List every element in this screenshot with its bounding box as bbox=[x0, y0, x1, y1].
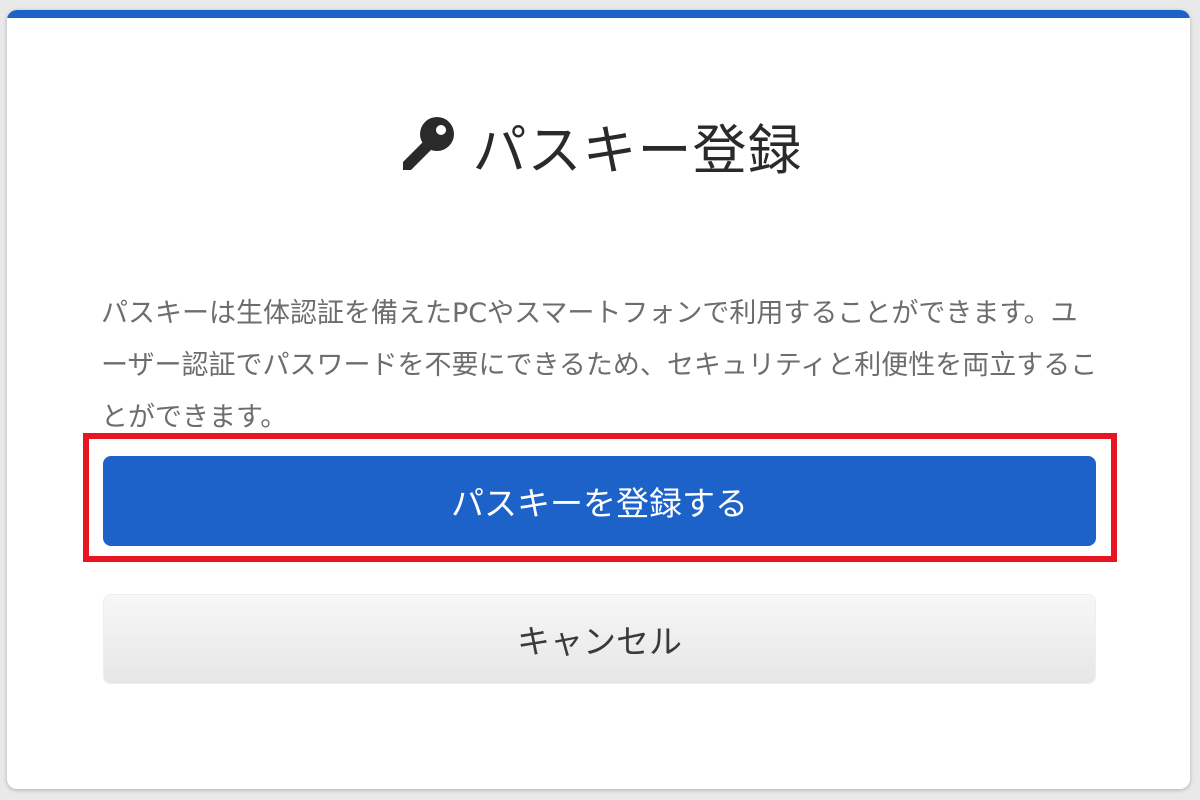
dialog-header: パスキー登録 bbox=[7, 105, 1190, 185]
register-passkey-button[interactable]: パスキーを登録する bbox=[103, 456, 1096, 546]
key-icon bbox=[395, 112, 461, 178]
dialog-description: パスキーは生体認証を備えたPCやスマートフォンで利用することができます。ユーザー… bbox=[101, 298, 1098, 433]
passkey-dialog: パスキー登録 パスキーは生体認証を備えたPCやスマートフォンで利用することができ… bbox=[7, 10, 1190, 789]
dialog-accent-bar bbox=[7, 10, 1190, 18]
cancel-button[interactable]: キャンセル bbox=[103, 594, 1096, 684]
dialog-title: パスキー登録 bbox=[472, 118, 803, 182]
